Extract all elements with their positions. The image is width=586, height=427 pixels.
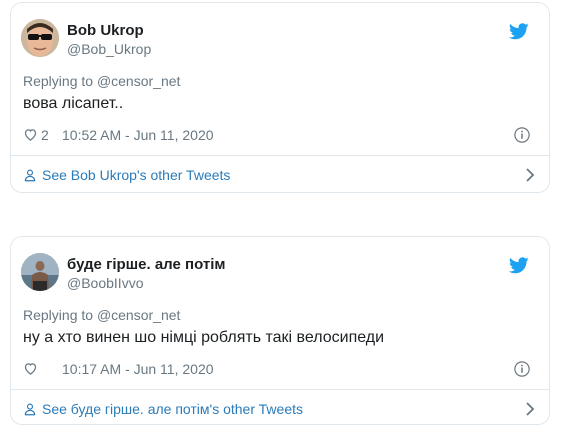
mention-link[interactable]: @censor_net	[97, 73, 180, 89]
replying-to: Replying to @censor_net	[23, 307, 180, 323]
tweet-meta: 10:17 AM - Jun 11, 2020	[23, 359, 539, 379]
twitter-bird-icon[interactable]	[509, 257, 529, 274]
tweet-text: ну а хто винен шо німці роблять такі вел…	[23, 329, 385, 346]
author-name[interactable]: Bob Ukrop	[67, 22, 144, 39]
like-count[interactable]: 2	[41, 127, 49, 143]
other-tweets-link[interactable]: See Bob Ukrop's other Tweets	[42, 167, 230, 183]
tweet-header: Bob Ukrop @Bob_Ukrop	[21, 19, 539, 59]
chevron-right-icon[interactable]	[525, 168, 535, 182]
replying-prefix: Replying to	[23, 307, 97, 323]
timestamp-link[interactable]: 10:52 AM - Jun 11, 2020	[62, 127, 214, 143]
author-name[interactable]: буде гірше. але потім	[67, 256, 225, 273]
replying-to: Replying to @censor_net	[23, 73, 180, 89]
author-handle[interactable]: @Bob_Ukrop	[67, 41, 151, 57]
chevron-right-icon[interactable]	[525, 402, 535, 416]
tweet-card: Bob Ukrop @Bob_Ukrop Replying to @censor…	[10, 2, 550, 193]
avatar[interactable]	[21, 253, 59, 291]
tweet-card: буде гірше. але потім @BoobIIvvo Replyin…	[10, 236, 550, 425]
other-tweets-link[interactable]: See буде гірше. але потім's other Tweets	[42, 401, 303, 417]
person-icon	[24, 403, 36, 416]
mention-link[interactable]: @censor_net	[97, 307, 180, 323]
tweet-text: вова лісапет..	[23, 95, 124, 112]
heart-icon[interactable]	[23, 127, 38, 142]
person-icon	[24, 169, 36, 182]
tweet-header: буде гірше. але потім @BoobIIvvo	[21, 253, 539, 293]
tweet-meta: 2 10:52 AM - Jun 11, 2020	[23, 125, 539, 145]
twitter-bird-icon[interactable]	[509, 23, 529, 40]
info-icon[interactable]	[513, 126, 531, 144]
author-handle[interactable]: @BoobIIvvo	[67, 275, 143, 291]
replying-prefix: Replying to	[23, 73, 97, 89]
other-tweets-row[interactable]: See Bob Ukrop's other Tweets	[23, 156, 539, 192]
timestamp-link[interactable]: 10:17 AM - Jun 11, 2020	[62, 361, 214, 377]
heart-icon[interactable]	[23, 361, 38, 376]
other-tweets-row[interactable]: See буде гірше. але потім's other Tweets	[23, 390, 539, 424]
avatar[interactable]	[21, 19, 59, 57]
info-icon[interactable]	[513, 360, 531, 378]
